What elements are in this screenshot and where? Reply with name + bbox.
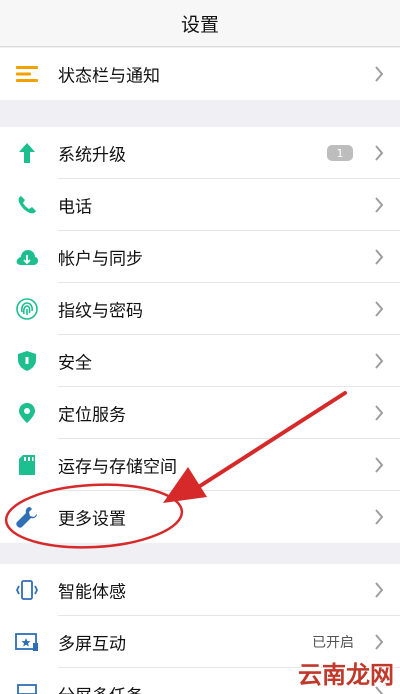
title-bar: 设置 bbox=[0, 0, 400, 47]
location-pin-icon bbox=[15, 401, 39, 425]
settings-item-label: 多屏互动 bbox=[58, 634, 126, 655]
chevron-right-icon bbox=[375, 457, 384, 473]
chevron-right-icon bbox=[375, 509, 384, 525]
chevron-right-icon bbox=[375, 145, 384, 161]
settings-item-smart-motion[interactable]: 智能体感 bbox=[0, 564, 400, 616]
multi-screen-status: 已开启 bbox=[312, 635, 354, 651]
wrench-icon bbox=[15, 505, 39, 529]
settings-item-label: 更多设置 bbox=[58, 509, 126, 530]
fingerprint-icon bbox=[15, 297, 39, 321]
watermark-logo: 云南龙网 bbox=[298, 661, 394, 689]
settings-item-storage[interactable]: 运存与存储空间 bbox=[0, 439, 400, 491]
phone-icon bbox=[15, 193, 39, 217]
settings-item-status-bar[interactable]: 状态栏与通知 bbox=[0, 48, 400, 100]
settings-item-fingerprint-password[interactable]: 指纹与密码 bbox=[0, 283, 400, 335]
chevron-right-icon bbox=[375, 249, 384, 265]
settings-group-system: 系统升级 1 电话 帐户与同步 指纹与密码 安全 定位服务 运存与存储空间 更多… bbox=[0, 127, 400, 543]
settings-item-accounts-sync[interactable]: 帐户与同步 bbox=[0, 231, 400, 283]
settings-item-security[interactable]: 安全 bbox=[0, 335, 400, 387]
smart-motion-icon bbox=[15, 578, 39, 602]
chevron-right-icon bbox=[375, 634, 384, 650]
settings-item-label: 指纹与密码 bbox=[58, 301, 143, 322]
settings-item-location[interactable]: 定位服务 bbox=[0, 387, 400, 439]
settings-item-label: 运存与存储空间 bbox=[58, 457, 177, 478]
chevron-right-icon bbox=[375, 405, 384, 421]
settings-item-label: 智能体感 bbox=[58, 582, 126, 603]
settings-item-label: 分屏多任务 bbox=[58, 682, 143, 694]
settings-item-label: 定位服务 bbox=[58, 405, 126, 426]
chevron-right-icon bbox=[375, 582, 384, 598]
cloud-sync-icon bbox=[15, 245, 39, 269]
settings-item-label: 电话 bbox=[58, 197, 92, 218]
settings-item-label: 系统升级 bbox=[58, 145, 126, 166]
settings-item-label: 帐户与同步 bbox=[58, 249, 143, 270]
split-screen-icon bbox=[15, 682, 39, 694]
settings-group-notifications: 状态栏与通知 bbox=[0, 48, 400, 100]
chevron-right-icon bbox=[375, 197, 384, 213]
settings-item-phone[interactable]: 电话 bbox=[0, 179, 400, 231]
update-count-badge: 1 bbox=[327, 145, 353, 161]
settings-item-label: 状态栏与通知 bbox=[58, 66, 160, 87]
multi-screen-icon bbox=[15, 630, 39, 654]
chevron-right-icon bbox=[375, 66, 384, 82]
list-icon bbox=[15, 62, 39, 86]
chevron-right-icon bbox=[375, 301, 384, 317]
chevron-right-icon bbox=[375, 353, 384, 369]
page-title: 设置 bbox=[180, 13, 219, 36]
settings-item-system-update[interactable]: 系统升级 1 bbox=[0, 127, 400, 179]
settings-item-more-settings[interactable]: 更多设置 bbox=[0, 491, 400, 543]
shield-icon bbox=[15, 349, 39, 373]
arrow-up-icon bbox=[15, 141, 39, 165]
settings-item-label: 安全 bbox=[58, 353, 92, 374]
sd-card-icon bbox=[15, 453, 39, 477]
